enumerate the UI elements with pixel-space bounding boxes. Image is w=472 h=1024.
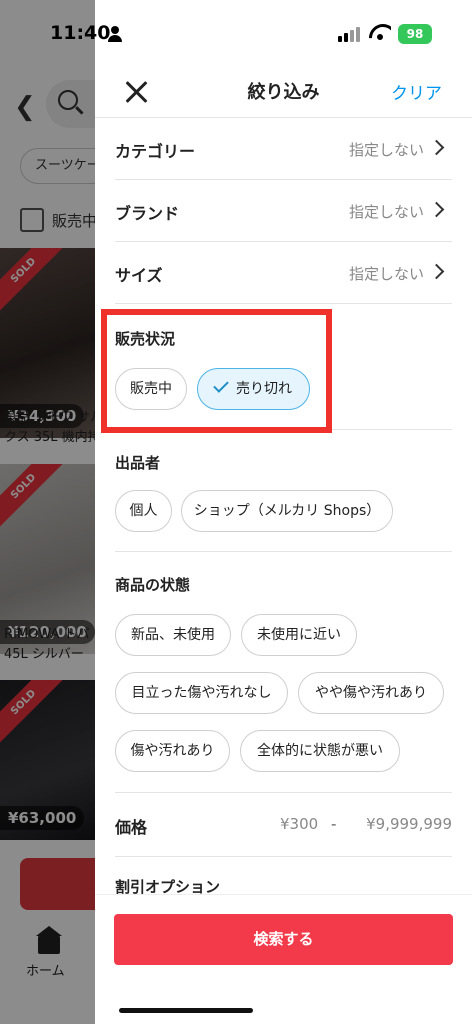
chip-condition-new[interactable]: 新品、未使用 xyxy=(115,614,231,656)
seller-section: 出品者 個人 ショップ（メルカリ Shops） xyxy=(115,430,452,552)
price-separator: - xyxy=(331,815,337,833)
price-label: 価格 xyxy=(115,818,148,837)
row-label: サイズ xyxy=(115,266,163,285)
battery-icon: 98 xyxy=(398,24,432,44)
chip-condition-damaged[interactable]: 傷や汚れあり xyxy=(115,730,230,772)
row-value: 指定しない xyxy=(348,141,424,159)
status-bar: 11:40 98 xyxy=(0,0,472,66)
row-value: 指定しない xyxy=(348,203,424,221)
chip-condition-no-damage[interactable]: 目立った傷や汚れなし xyxy=(115,672,288,714)
chip-condition-like-new[interactable]: 未使用に近い xyxy=(241,614,357,656)
clear-button[interactable]: クリア xyxy=(391,79,442,104)
person-icon xyxy=(108,26,122,42)
row-label: カテゴリー xyxy=(115,142,196,161)
home-indicator xyxy=(119,1008,253,1013)
price-min-input[interactable]: ¥300 xyxy=(280,815,318,833)
chip-condition-poor[interactable]: 全体的に状態が悪い xyxy=(240,730,400,772)
chip-label: 全体的に状態が悪い xyxy=(257,743,383,759)
filter-row-size[interactable]: サイズ 指定しない xyxy=(115,242,452,304)
filter-footer: 検索する xyxy=(95,894,472,1024)
status-time: 11:40 xyxy=(50,22,111,44)
chevron-right-icon xyxy=(428,139,445,156)
chip-condition-some-damage[interactable]: やや傷や汚れあり xyxy=(298,672,444,714)
highlight-box xyxy=(101,309,332,433)
price-max-input[interactable]: ¥9,999,999 xyxy=(366,815,452,833)
chip-label: ショップ（メルカリ Shops） xyxy=(193,503,381,519)
chip-label: やや傷や汚れあり xyxy=(315,685,427,701)
search-button[interactable]: 検索する xyxy=(114,914,453,965)
chip-individual[interactable]: 個人 xyxy=(115,490,172,532)
price-row: 価格 ¥300 - ¥9,999,999 xyxy=(115,793,452,857)
filter-header: 絞り込み クリア xyxy=(95,66,472,118)
row-label: ブランド xyxy=(115,204,180,223)
chip-label: 個人 xyxy=(129,503,158,519)
row-value: 指定しない xyxy=(348,265,424,283)
section-title: 出品者 xyxy=(115,454,161,472)
wifi-icon xyxy=(369,22,391,40)
cellular-signal-icon xyxy=(338,26,362,42)
chip-label: 新品、未使用 xyxy=(131,627,215,643)
filter-panel: 絞り込み クリア カテゴリー 指定しない ブランド 指定しない サイズ 指定しな… xyxy=(95,0,472,1024)
filter-row-category[interactable]: カテゴリー 指定しない xyxy=(115,118,452,180)
condition-section: 商品の状態 新品、未使用 未使用に近い 目立った傷や汚れなし やや傷や汚れあり … xyxy=(115,552,452,793)
section-title: 商品の状態 xyxy=(115,576,191,594)
chevron-right-icon xyxy=(428,201,445,218)
chip-label: 傷や汚れあり xyxy=(130,743,215,759)
chip-shops[interactable]: ショップ（メルカリ Shops） xyxy=(181,490,393,532)
filter-row-brand[interactable]: ブランド 指定しない xyxy=(115,180,452,242)
chip-label: 未使用に近い xyxy=(257,627,341,643)
chevron-right-icon xyxy=(428,263,445,280)
chip-label: 目立った傷や汚れなし xyxy=(131,685,272,701)
